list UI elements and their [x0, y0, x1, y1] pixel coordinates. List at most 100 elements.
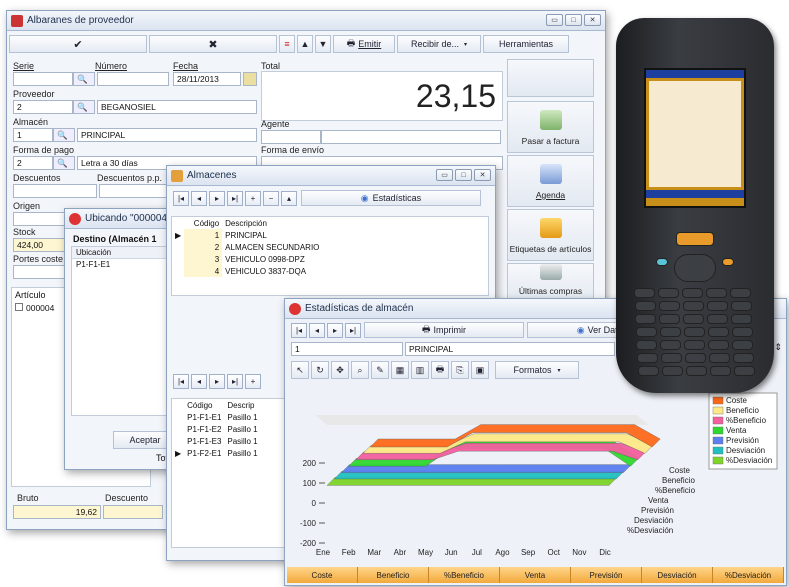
next-icon[interactable]: ▸: [209, 190, 225, 206]
herramientas-button[interactable]: Herramientas: [483, 35, 569, 53]
calendar-icon[interactable]: [243, 72, 257, 86]
up-icon[interactable]: ▴: [281, 190, 297, 206]
add-icon[interactable]: +: [245, 374, 261, 389]
minimize-button[interactable]: ▭: [546, 14, 563, 26]
table-row[interactable]: P1-F1-E3 Pasillo 1: [172, 435, 261, 447]
table-row[interactable]: ▶ 1 PRINCIPAL: [172, 229, 488, 241]
dpad-key[interactable]: [674, 254, 716, 282]
keypad-key[interactable]: [682, 301, 704, 311]
add-icon[interactable]: +: [245, 190, 261, 206]
print-chart-icon[interactable]: 🖶: [431, 361, 449, 379]
close-window-button[interactable]: ✕: [584, 14, 601, 26]
portes-field[interactable]: [13, 265, 69, 279]
keypad-key[interactable]: [708, 340, 730, 350]
almacen-code-field[interactable]: 1: [291, 342, 403, 356]
keypad-key[interactable]: [635, 314, 657, 324]
last-icon[interactable]: ▸|: [345, 322, 361, 338]
table-row[interactable]: 3 VEHICULO 0998-DPZ: [172, 253, 488, 265]
keypad-key[interactable]: [732, 340, 754, 350]
serie-search-icon[interactable]: 🔍: [73, 72, 95, 86]
proveedor-name-field[interactable]: BEGANOSIEL: [97, 100, 257, 114]
keypad-key[interactable]: [635, 327, 657, 337]
edit-icon[interactable]: ✎: [371, 361, 389, 379]
keypad-key[interactable]: [684, 340, 706, 350]
keypad-key[interactable]: [731, 314, 753, 324]
copy-icon[interactable]: ⎘: [451, 361, 469, 379]
keypad-key[interactable]: [637, 353, 658, 363]
move-icon[interactable]: ✥: [331, 361, 349, 379]
keypad-key[interactable]: [683, 314, 705, 324]
emitir-button[interactable]: 🖶 Emitir: [333, 35, 395, 53]
keypad-key[interactable]: [730, 301, 752, 311]
minimize-button[interactable]: ▭: [436, 169, 453, 181]
agenda-button[interactable]: Agenda: [507, 155, 594, 207]
keypad-key[interactable]: [634, 288, 655, 298]
keypad-key[interactable]: [709, 353, 730, 363]
almacen-name-field[interactable]: PRINCIPAL: [77, 128, 257, 142]
keypad-key[interactable]: [661, 353, 682, 363]
formatos-button[interactable]: Formatos ▾: [495, 361, 579, 379]
keypad-key[interactable]: [637, 366, 659, 376]
keypad-key[interactable]: [733, 353, 754, 363]
estadisticas-button[interactable]: ◉ Estadísticas: [301, 190, 481, 206]
descuentos-pp-field[interactable]: [99, 184, 169, 198]
proveedor-code-field[interactable]: 2: [13, 100, 73, 114]
etiquetas-button[interactable]: Etiquetas de artículos: [507, 209, 594, 261]
table-row[interactable]: ▶ P1-F2-E1 Pasillo 1: [172, 447, 261, 459]
keypad-key[interactable]: [685, 353, 706, 363]
fecha-field[interactable]: 28/11/2013: [173, 72, 241, 86]
series-footer-item[interactable]: Desviación: [642, 567, 713, 583]
remove-icon[interactable]: −: [263, 190, 279, 206]
keypad-key[interactable]: [659, 314, 681, 324]
agente-code-field[interactable]: [261, 130, 321, 144]
function-key-orange[interactable]: [722, 258, 734, 266]
first-icon[interactable]: |◂: [173, 374, 189, 389]
forma-pago-search-icon[interactable]: 🔍: [53, 156, 75, 170]
almacen-code-field[interactable]: 1: [13, 128, 53, 142]
series-footer-item[interactable]: Beneficio: [358, 567, 429, 583]
agente-name-field[interactable]: [321, 130, 501, 144]
checkbox[interactable]: [15, 303, 23, 311]
zoom-icon[interactable]: ⌕: [351, 361, 369, 379]
keypad-key[interactable]: [733, 366, 755, 376]
keypad-key[interactable]: [706, 288, 727, 298]
first-icon[interactable]: |◂: [291, 322, 307, 338]
keypad-key[interactable]: [706, 301, 728, 311]
descuentos-field[interactable]: [13, 184, 97, 198]
almacen-search-icon[interactable]: 🔍: [53, 128, 75, 142]
prev-icon[interactable]: ◂: [191, 190, 207, 206]
pasar-factura-button[interactable]: Pasar a factura: [507, 101, 594, 153]
ubicacion-row[interactable]: P1-F1-E1: [72, 259, 176, 270]
series-footer-item[interactable]: %Desviación: [713, 567, 784, 583]
scan-key[interactable]: [676, 232, 714, 246]
function-key-blue[interactable]: [656, 258, 668, 266]
bruto-field[interactable]: 19,62: [13, 505, 101, 519]
last-icon[interactable]: ▸|: [227, 374, 243, 389]
keypad-key[interactable]: [634, 301, 656, 311]
prev-icon[interactable]: ◂: [309, 322, 325, 338]
save-icon[interactable]: ▣: [471, 361, 489, 379]
up-arrow-button[interactable]: ▲: [297, 35, 313, 53]
ultimas-compras-button[interactable]: Últimas compras: [507, 263, 594, 303]
keypad-key[interactable]: [660, 340, 682, 350]
list-icon[interactable]: ≡: [279, 35, 295, 53]
keypad-key[interactable]: [709, 366, 731, 376]
cancel-button[interactable]: ✖: [149, 35, 277, 53]
keypad-key[interactable]: [707, 327, 729, 337]
series-footer-item[interactable]: Venta: [500, 567, 571, 583]
series-footer-item[interactable]: %Beneficio: [429, 567, 500, 583]
last-icon[interactable]: ▸|: [227, 190, 243, 206]
keypad-key[interactable]: [658, 288, 679, 298]
series-footer-item[interactable]: Previsión: [571, 567, 642, 583]
forma-pago-code-field[interactable]: 2: [13, 156, 53, 170]
descuento-field[interactable]: [103, 505, 163, 519]
almacen-name-field[interactable]: PRINCIPAL: [405, 342, 615, 356]
prev-icon[interactable]: ◂: [191, 374, 207, 389]
table-row[interactable]: 4 VEHICULO 3837-DQA: [172, 265, 488, 277]
recibir-button[interactable]: Recibir de... ▾: [397, 35, 481, 53]
keypad-key[interactable]: [707, 314, 729, 324]
accept-button[interactable]: ✔: [9, 35, 147, 53]
series-footer-item[interactable]: Coste: [287, 567, 358, 583]
keypad-key[interactable]: [661, 366, 683, 376]
keypad-key[interactable]: [682, 288, 703, 298]
